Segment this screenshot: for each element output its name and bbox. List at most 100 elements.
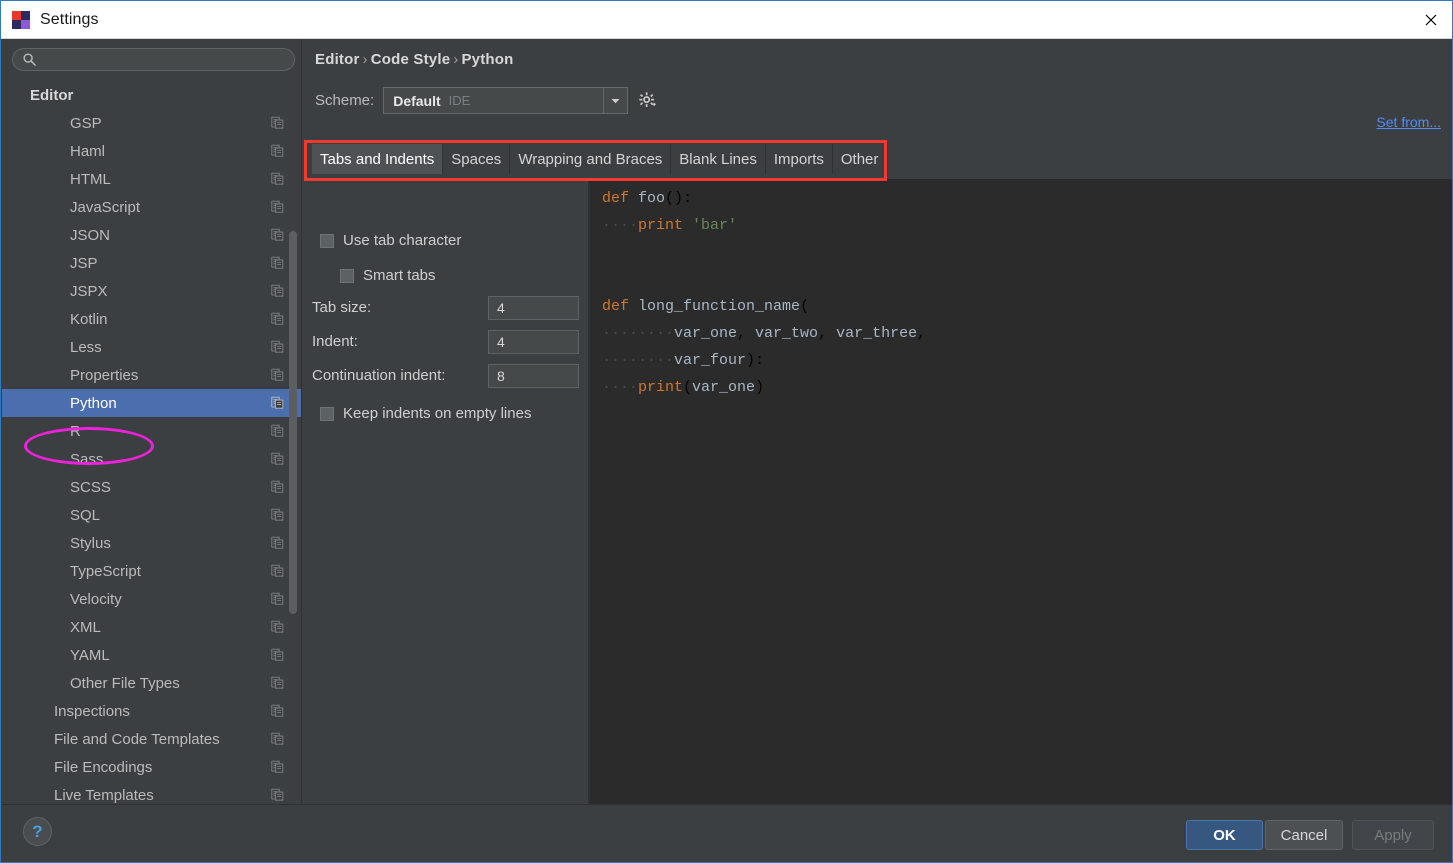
sidebar-scrollbar[interactable] [289, 231, 297, 614]
sidebar-item-xml[interactable]: XML [2, 613, 301, 641]
sidebar-item-label: YAML [70, 646, 110, 664]
config-file-icon [271, 508, 284, 521]
sidebar-item-less[interactable]: Less [2, 333, 301, 361]
sidebar-item-sass[interactable]: Sass [2, 445, 301, 473]
sidebar-item-jspx[interactable]: JSPX [2, 277, 301, 305]
sidebar-item-python[interactable]: Python [2, 389, 301, 417]
sidebar-item-jsp[interactable]: JSP [2, 249, 301, 277]
tab-wrapping-and-braces[interactable]: Wrapping and Braces [510, 144, 672, 174]
sidebar-item-scss[interactable]: SCSS [2, 473, 301, 501]
config-file-icon [271, 704, 284, 717]
code-preview-editor[interactable]: def foo(): ····print 'bar' def long_func… [590, 179, 1452, 804]
config-file-icon [271, 368, 284, 381]
smart-tabs-label: Smart tabs [363, 267, 436, 284]
use-tab-character-checkbox-row[interactable]: Use tab character [320, 232, 461, 249]
config-file-icon [271, 732, 284, 745]
tab-imports[interactable]: Imports [765, 144, 833, 174]
config-file-icon [271, 760, 284, 773]
sidebar-item-label: File Encodings [54, 758, 153, 776]
tab-label: Tabs and Indents [320, 150, 435, 168]
sidebar-item-properties[interactable]: Properties [2, 361, 301, 389]
continuation-indent-row: Continuation indent: [312, 363, 579, 388]
config-file-icon [271, 424, 284, 437]
tab-label: Other [840, 150, 879, 168]
smart-tabs-checkbox-row[interactable]: Smart tabs [340, 267, 436, 284]
cancel-button[interactable]: Cancel [1265, 820, 1343, 850]
title-bar: Settings [1, 1, 1452, 39]
close-icon[interactable] [1408, 1, 1452, 38]
set-from-link[interactable]: Set from... [1376, 114, 1441, 130]
indent-input[interactable] [488, 329, 579, 354]
sidebar-item-label: Kotlin [70, 310, 108, 328]
sidebar-item-label: XML [70, 618, 101, 636]
ok-button[interactable]: OK [1186, 820, 1263, 850]
sidebar-item-haml[interactable]: Haml [2, 137, 301, 165]
sidebar-item-label: Velocity [70, 590, 122, 608]
search-input[interactable] [12, 48, 295, 71]
sidebar-item-typescript[interactable]: TypeScript [2, 557, 301, 585]
tab-size-label: Tab size: [312, 299, 372, 316]
chevron-down-icon[interactable] [603, 88, 628, 113]
sidebar-item-label: HTML [70, 170, 111, 188]
continuation-indent-input[interactable] [488, 363, 579, 388]
config-file-icon [271, 564, 284, 577]
sidebar-item-label: JSP [70, 254, 98, 272]
sidebar-item-gsp[interactable]: GSP [2, 109, 301, 137]
breadcrumb-part-code-style[interactable]: Code Style [371, 51, 451, 68]
sidebar-item-kotlin[interactable]: Kotlin [2, 305, 301, 333]
keep-indents-on-empty-lines-label: Keep indents on empty lines [343, 405, 532, 422]
sidebar-item-live-templates[interactable]: Live Templates [2, 781, 301, 804]
sidebar-item-label: Other File Types [70, 674, 180, 692]
gear-icon[interactable] [639, 92, 657, 109]
tab-spaces[interactable]: Spaces [443, 144, 511, 174]
breadcrumb-part-python: Python [461, 51, 514, 68]
tab-blank-lines[interactable]: Blank Lines [671, 144, 766, 174]
code-style-tabs: Tabs and Indents Spaces Wrapping and Brace… [312, 144, 888, 174]
config-file-icon [271, 172, 284, 185]
sidebar-item-html[interactable]: HTML [2, 165, 301, 193]
breadcrumb-part-editor[interactable]: Editor [315, 51, 360, 68]
config-file-icon [271, 788, 284, 801]
sidebar-item-label: Stylus [70, 534, 111, 552]
help-question-icon[interactable]: ? [23, 817, 52, 846]
config-file-icon [271, 396, 284, 409]
search-box [12, 48, 295, 71]
config-file-icon [271, 340, 284, 353]
scheme-combobox[interactable]: Default IDE [383, 87, 629, 114]
config-file-icon [271, 228, 284, 241]
tab-other[interactable]: Other [832, 144, 888, 174]
sidebar-item-label: JavaScript [70, 198, 141, 216]
sidebar-item-label: Sass [70, 450, 104, 468]
sidebar-item-file-encodings[interactable]: File Encodings [2, 753, 301, 781]
config-file-icon [271, 284, 284, 297]
config-file-icon [271, 620, 284, 633]
config-file-icon [271, 480, 284, 493]
sidebar-item-label: Less [70, 338, 102, 356]
use-tab-character-checkbox[interactable] [320, 233, 334, 248]
sidebar-item-file-and-code-templates[interactable]: File and Code Templates [2, 725, 301, 753]
tab-tabs-and-indents[interactable]: Tabs and Indents [312, 144, 444, 174]
sidebar-item-yaml[interactable]: YAML [2, 641, 301, 669]
sidebar-item-javascript[interactable]: JavaScript [2, 193, 301, 221]
tab-size-input[interactable] [488, 295, 579, 320]
smart-tabs-checkbox[interactable] [340, 268, 354, 283]
sidebar-item-editor[interactable]: Editor [2, 81, 301, 109]
scheme-scope-label: IDE [448, 93, 471, 108]
pycharm-icon [12, 10, 30, 29]
sidebar-item-r[interactable]: R [2, 417, 301, 445]
config-file-icon [271, 452, 284, 465]
sidebar-item-stylus[interactable]: Stylus [2, 529, 301, 557]
keep-indents-on-empty-lines-checkbox[interactable] [320, 406, 334, 421]
sidebar-item-json[interactable]: JSON [2, 221, 301, 249]
continuation-indent-label: Continuation indent: [312, 367, 446, 384]
tabs-and-indents-options: Use tab character Smart tabs Tab size: I… [312, 179, 589, 804]
settings-tree: Editor GSP Haml HTML JavaScript JSON JSP JSPX Ko… [2, 81, 301, 804]
sidebar-item-label: JSPX [70, 282, 108, 300]
sidebar-item-inspections[interactable]: Inspections [2, 697, 301, 725]
sidebar-item-other-file-types[interactable]: Other File Types [2, 669, 301, 697]
sidebar-item-sql[interactable]: SQL [2, 501, 301, 529]
tab-label: Spaces [451, 150, 502, 168]
sidebar-item-label: R [70, 422, 81, 440]
sidebar-item-velocity[interactable]: Velocity [2, 585, 301, 613]
keep-indents-on-empty-lines-checkbox-row[interactable]: Keep indents on empty lines [320, 405, 531, 422]
